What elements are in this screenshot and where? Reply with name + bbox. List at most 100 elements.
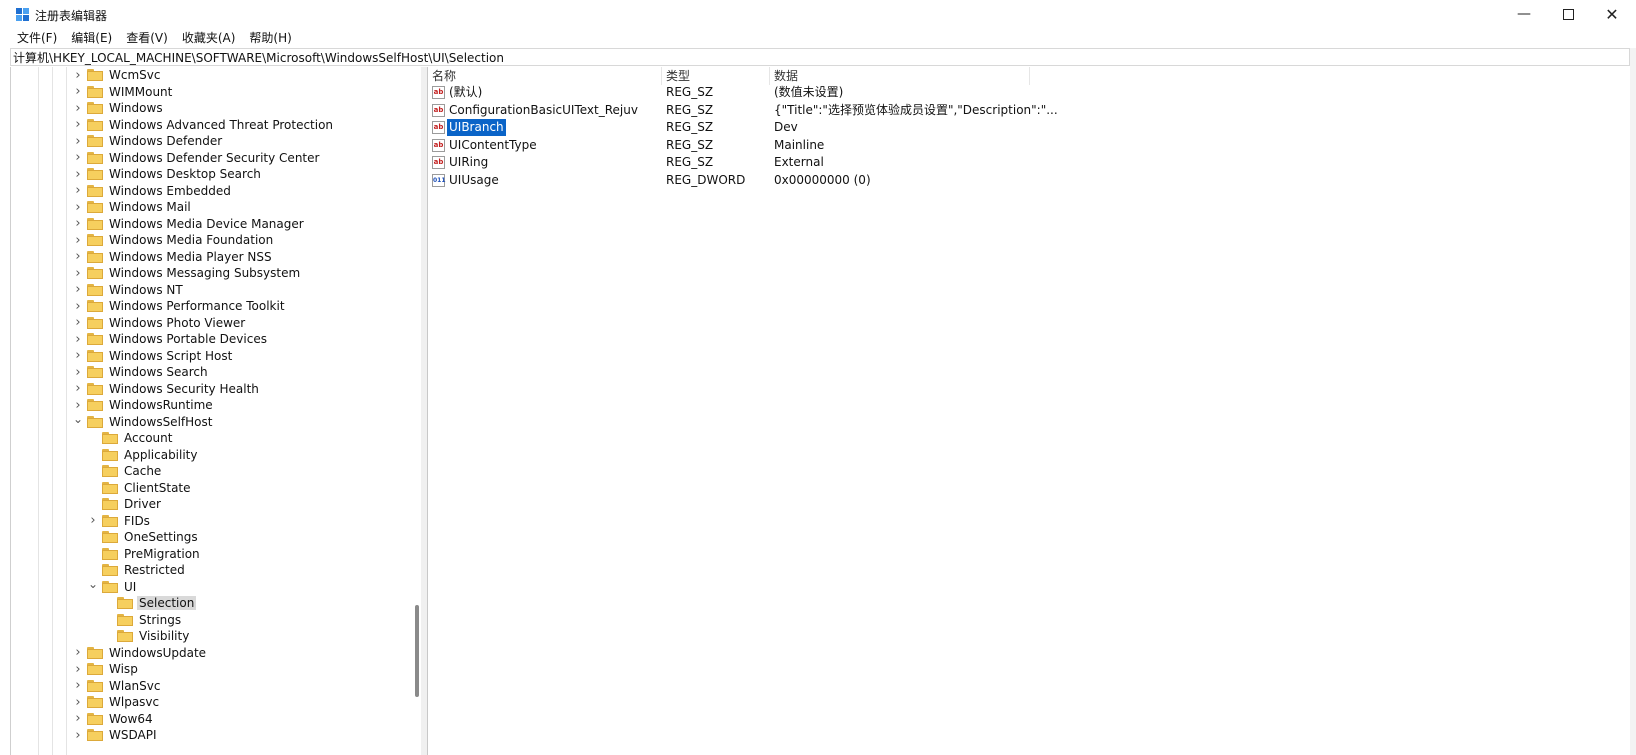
value-row[interactable]: ab (默认) REG_SZ (数值未设置) — [428, 84, 1631, 101]
tree-item[interactable]: › WindowsRuntime — [73, 397, 215, 413]
tree-item[interactable]: › Windows — [73, 100, 165, 116]
tree-item[interactable]: Account — [88, 430, 174, 446]
chevron-right-icon[interactable]: › — [73, 282, 83, 298]
tree-item[interactable]: › Windows Performance Toolkit — [73, 298, 287, 314]
tree-item[interactable]: › FIDs — [88, 513, 152, 529]
tree-item[interactable]: › Windows Script Host — [73, 348, 234, 364]
close-button[interactable]: ✕ — [1590, 0, 1634, 28]
chevron-right-icon[interactable]: › — [88, 513, 98, 529]
chevron-right-icon[interactable]: › — [73, 84, 83, 100]
tree-item[interactable]: PreMigration — [88, 546, 202, 562]
tree-item[interactable]: › Wow64 — [73, 711, 155, 727]
tree-item-label: Windows Embedded — [109, 183, 231, 198]
tree-item[interactable]: › Wisp — [73, 661, 140, 677]
tree-item[interactable]: › WIMMount — [73, 84, 174, 100]
chevron-right-icon[interactable]: › — [73, 381, 83, 397]
tree-item[interactable]: › Windows Search — [73, 364, 210, 380]
value-row[interactable]: ab UIBranch REG_SZ Dev — [428, 119, 1631, 136]
tree-item[interactable]: › Windows Defender Security Center — [73, 150, 321, 166]
chevron-right-icon[interactable]: › — [73, 661, 83, 677]
tree-item[interactable]: › WcmSvc — [73, 67, 162, 83]
chevron-right-icon[interactable]: › — [73, 249, 83, 265]
folder-icon — [102, 448, 118, 461]
tree-item[interactable]: Applicability — [88, 447, 200, 463]
tree-item[interactable]: › Windows Desktop Search — [73, 166, 263, 182]
tree-item[interactable]: › WlanSvc — [73, 678, 162, 694]
tree-item[interactable]: › Wlpasvc — [73, 694, 161, 710]
chevron-right-icon[interactable]: › — [73, 711, 83, 727]
tree-item[interactable]: › Windows NT — [73, 282, 185, 298]
tree-item[interactable]: › Windows Defender — [73, 133, 224, 149]
menu-view[interactable]: 查看(V) — [119, 28, 175, 48]
chevron-right-icon[interactable]: › — [73, 348, 83, 364]
chevron-right-icon[interactable]: › — [73, 133, 83, 149]
chevron-right-icon[interactable]: › — [73, 150, 83, 166]
tree-item[interactable]: ⌄ UI — [88, 576, 138, 595]
tree-item[interactable]: › WSDAPI — [73, 727, 159, 743]
chevron-right-icon[interactable]: › — [73, 678, 83, 694]
tree-item[interactable]: ClientState — [88, 480, 193, 496]
tree-scrollbar-thumb[interactable] — [415, 605, 419, 697]
tree-item[interactable]: Driver — [88, 496, 163, 512]
chevron-right-icon[interactable]: › — [73, 265, 83, 281]
chevron-right-icon[interactable]: › — [73, 100, 83, 116]
tree-item[interactable]: Cache — [88, 463, 163, 479]
chevron-right-icon[interactable]: › — [73, 331, 83, 347]
chevron-right-icon[interactable]: › — [73, 166, 83, 182]
chevron-right-icon[interactable]: › — [73, 694, 83, 710]
chevron-right-icon[interactable]: › — [73, 117, 83, 133]
values-list-pane[interactable]: 名称 类型 数据 ab (默认) REG_SZ (数值未设置) ab Configurat… — [427, 67, 1631, 755]
menu-favorites[interactable]: 收藏夹(A) — [175, 28, 243, 48]
chevron-right-icon[interactable]: › — [73, 298, 83, 314]
tree-item[interactable]: › Windows Advanced Threat Protection — [73, 117, 335, 133]
chevron-right-icon[interactable]: › — [73, 216, 83, 232]
tree-item[interactable]: › Windows Photo Viewer — [73, 315, 247, 331]
value-row[interactable]: ab UIRing REG_SZ External — [428, 154, 1631, 171]
tree-item[interactable]: › Windows Mail — [73, 199, 193, 215]
title-bar[interactable]: 注册表编辑器 — ✕ — [0, 0, 1636, 28]
maximize-button[interactable] — [1546, 0, 1590, 28]
menu-file[interactable]: 文件(F) — [10, 28, 64, 48]
string-value-icon: ab — [432, 86, 445, 99]
column-header-type[interactable]: 类型 — [662, 67, 770, 85]
tree-item[interactable]: Strings — [103, 612, 183, 628]
value-row[interactable]: ab ConfigurationBasicUIText_Rejuv REG_SZ {"… — [428, 102, 1631, 119]
chevron-right-icon[interactable]: › — [73, 315, 83, 331]
tree-scrollbar[interactable] — [413, 67, 421, 755]
chevron-right-icon[interactable]: › — [73, 183, 83, 199]
tree-item[interactable]: Visibility — [103, 628, 191, 644]
minimize-button[interactable]: — — [1502, 0, 1546, 28]
menu-edit[interactable]: 编辑(E) — [64, 28, 119, 48]
key-tree-pane[interactable]: › WcmSvc › WIMMount › Windows › Windows Advance… — [10, 67, 422, 755]
tree-item[interactable]: ⌄ WindowsSelfHost — [73, 411, 214, 430]
tree-item[interactable]: Selection — [103, 595, 197, 611]
chevron-right-icon[interactable]: › — [73, 364, 83, 380]
menu-help[interactable]: 帮助(H) — [242, 28, 298, 48]
value-row[interactable]: ab UIContentType REG_SZ Mainline — [428, 137, 1631, 154]
tree-item[interactable]: › Windows Media Player NSS — [73, 249, 274, 265]
chevron-right-icon[interactable]: › — [73, 645, 83, 661]
tree-item-label: Visibility — [139, 629, 190, 643]
tree-item[interactable]: › WindowsUpdate — [73, 645, 208, 661]
tree-item[interactable]: › Windows Embedded — [73, 183, 233, 199]
value-type: REG_SZ — [666, 102, 714, 117]
address-bar[interactable]: 计算机\HKEY_LOCAL_MACHINE\SOFTWARE\Microsof… — [10, 48, 1630, 66]
column-header-name[interactable]: 名称 — [428, 67, 662, 85]
tree-item[interactable]: › Windows Messaging Subsystem — [73, 265, 302, 281]
chevron-right-icon[interactable]: › — [73, 67, 83, 83]
tree-item[interactable]: › Windows Media Foundation — [73, 232, 275, 248]
value-row[interactable]: 011 UIUsage REG_DWORD 0x00000000 (0) — [428, 172, 1631, 189]
tree-item-label: Windows Advanced Threat Protection — [109, 117, 334, 132]
tree-item[interactable]: › Windows Security Health — [73, 381, 261, 397]
chevron-right-icon[interactable]: › — [73, 727, 83, 743]
chevron-down-icon[interactable]: ⌄ — [88, 576, 98, 592]
tree-item[interactable]: › Windows Portable Devices — [73, 331, 269, 347]
tree-item[interactable]: Restricted — [88, 562, 187, 578]
chevron-right-icon[interactable]: › — [73, 199, 83, 215]
tree-item[interactable]: › Windows Media Device Manager — [73, 216, 306, 232]
tree-item-label: FIDs — [124, 513, 150, 528]
chevron-right-icon[interactable]: › — [73, 232, 83, 248]
chevron-down-icon[interactable]: ⌄ — [73, 411, 83, 427]
column-header-data[interactable]: 数据 — [770, 67, 1030, 85]
tree-item[interactable]: OneSettings — [88, 529, 200, 545]
